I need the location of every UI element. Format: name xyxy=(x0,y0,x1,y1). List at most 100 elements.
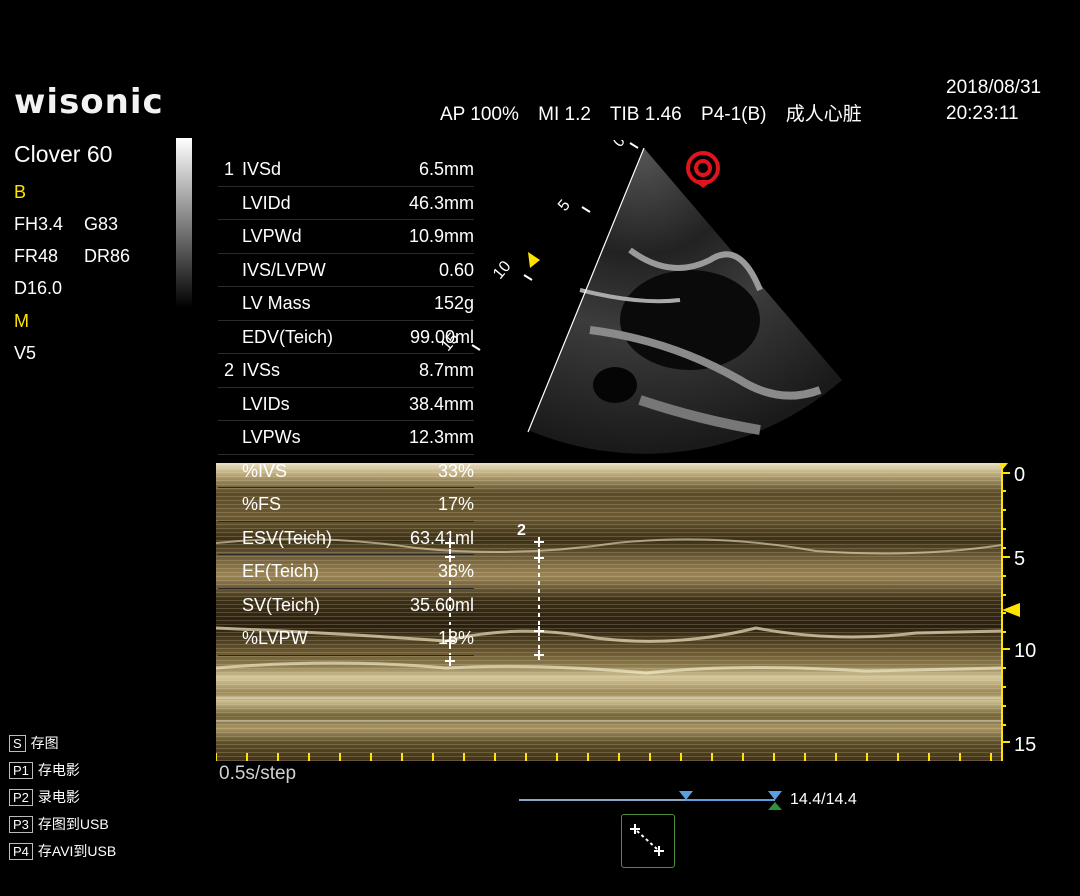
m-focus-marker-icon xyxy=(1002,603,1020,617)
measurement-value: 152g xyxy=(433,293,474,313)
measurement-name: EDV(Teich) xyxy=(242,326,334,347)
measurement-row: LVPWd 10.9mm xyxy=(218,220,474,254)
shortcut-save-image-usb[interactable]: P3 存图到USB xyxy=(9,814,109,834)
b-mode-label: B xyxy=(14,182,27,202)
measurement-results: 1 IVSd 6.5mm LVIDd 46.3mm LVPWd 10.9mm IVS/L… xyxy=(218,153,474,656)
shortcut-label: 存AVI到USB xyxy=(37,843,117,859)
grayscale-bar xyxy=(176,138,192,308)
measurement-value: 35.60ml xyxy=(409,594,474,615)
group-number: 2 xyxy=(224,360,235,380)
probe-orientation-icon xyxy=(686,151,720,188)
measurement-row: IVS/LVPW 0.60 xyxy=(218,254,474,287)
param-frame-rate: FR48 xyxy=(14,246,59,266)
param-gain: G83 xyxy=(84,214,119,234)
param-probe: P4-1(B) xyxy=(701,104,767,125)
shortcut-key: S xyxy=(9,735,26,752)
measurement-value: 17% xyxy=(437,494,474,514)
sector-depth-0: 0 xyxy=(610,140,629,151)
measurement-value: 6.5mm xyxy=(418,159,474,179)
measurement-value: 63.41ml xyxy=(409,527,474,548)
focus-marker-icon xyxy=(528,252,540,268)
measurement-value: 38.4mm xyxy=(408,393,474,414)
depth-label-0: 0 xyxy=(1014,464,1025,486)
measurement-row: LVIDs 38.4mm xyxy=(218,388,474,421)
measurement-value: 12.3mm xyxy=(408,427,474,447)
shortcut-save-avi-usb[interactable]: P4 存AVI到USB xyxy=(9,841,116,861)
measurement-row: 2 IVSs 8.7mm xyxy=(218,354,474,388)
shortcut-label: 存图 xyxy=(30,735,59,751)
measurement-value: 18% xyxy=(437,628,474,648)
measurement-name: %FS xyxy=(242,494,282,514)
measurement-name: %LVPW xyxy=(242,628,308,648)
caliper-2-label: 2 xyxy=(517,522,526,539)
m-mode-depth-scale: 0 5 10 15 xyxy=(998,463,1036,761)
param-sweep-speed: V5 xyxy=(14,343,37,363)
brand-logo: wisonic xyxy=(14,82,164,122)
measurement-row: %LVPW 18% xyxy=(218,622,474,656)
measurement-row: 1 IVSd 6.5mm xyxy=(218,153,474,187)
measurement-row: %IVS 33% xyxy=(218,455,474,488)
measurement-value: 46.3mm xyxy=(408,192,474,213)
cine-frame-counter: 14.4/14.4 xyxy=(790,791,857,808)
measurement-name: LVPWs xyxy=(242,427,301,447)
sector-depth-10: 10 xyxy=(490,258,515,283)
param-depth: D16.0 xyxy=(14,278,63,298)
measurement-name: IVSs xyxy=(242,360,281,380)
measurement-row: %FS 17% xyxy=(218,488,474,522)
measurement-value: 99.00ml xyxy=(409,326,474,347)
m-mode-label: M xyxy=(14,311,29,331)
system-model: Clover 60 xyxy=(14,141,113,167)
group-number: 1 xyxy=(224,159,235,179)
measurement-name: IVSd xyxy=(242,159,282,179)
shortcut-key: P3 xyxy=(9,816,33,833)
sector-depth-5: 5 xyxy=(555,197,574,215)
depth-label-15: 15 xyxy=(1014,734,1036,756)
measurement-row: EF(Teich) 36% xyxy=(218,555,474,589)
measurement-value: 0.60 xyxy=(438,259,474,280)
param-dynamic-range: DR86 xyxy=(84,246,131,266)
cine-start-handle xyxy=(679,791,693,800)
measurement-row: ESV(Teich) 63.41ml xyxy=(218,522,474,555)
param-fh: FH3.4 xyxy=(14,214,64,234)
param-preset: 成人心脏 xyxy=(785,104,862,125)
measurement-value: 36% xyxy=(437,561,474,581)
shortcut-label: 存电影 xyxy=(37,762,80,778)
depth-label-5: 5 xyxy=(1014,548,1025,570)
param-ap: AP 100% xyxy=(440,104,519,125)
measurement-value: 10.9mm xyxy=(408,226,474,246)
measurement-value: 33% xyxy=(437,460,474,481)
measurement-name: %IVS xyxy=(242,460,288,481)
shortcut-key: P4 xyxy=(9,843,33,860)
measurement-value: 8.7mm xyxy=(418,360,474,380)
caliper-tool-icon xyxy=(630,824,664,856)
caliper-tool-button[interactable] xyxy=(621,814,675,868)
shortcut-label: 录电影 xyxy=(37,789,80,805)
shortcut-key: P2 xyxy=(9,789,33,806)
measurement-name: ESV(Teich) xyxy=(242,527,333,548)
date-text: 2018/08/31 xyxy=(946,77,1042,98)
cine-end-handle xyxy=(768,791,782,800)
measurement-row: LVPWs 12.3mm xyxy=(218,421,474,455)
time-text: 20:23:11 xyxy=(946,103,1019,124)
b-mode-sector: 0 5 10 15 xyxy=(440,140,842,454)
shortcut-save-cine[interactable]: P1 存电影 xyxy=(9,760,80,780)
cine-slider[interactable] xyxy=(519,788,785,814)
param-tib: TIB 1.46 xyxy=(609,104,682,125)
acquisition-params: AP 100% MI 1.2 TIB 1.46 P4-1(B) 成人心脏 xyxy=(440,99,876,126)
measurement-name: SV(Teich) xyxy=(242,594,321,615)
param-mi: MI 1.2 xyxy=(538,104,591,125)
depth-label-10: 10 xyxy=(1014,640,1036,662)
datetime: 2018/08/31 20:23:11 xyxy=(946,75,1041,127)
measurement-row: SV(Teich) 35.60ml xyxy=(218,589,474,622)
measurement-name: EF(Teich) xyxy=(242,561,320,581)
sweep-step-label: 0.5s/step xyxy=(219,763,297,784)
measurement-name: LVIDd xyxy=(242,192,291,213)
shortcut-label: 存图到USB xyxy=(37,816,109,832)
measurement-name: LVIDs xyxy=(242,393,290,414)
measurement-name: IVS/LVPW xyxy=(242,259,326,280)
shortcut-save-image[interactable]: S 存图 xyxy=(9,733,59,753)
shortcut-key: P1 xyxy=(9,762,33,779)
measurement-name: LVPWd xyxy=(242,226,302,246)
measurement-row: LV Mass 152g xyxy=(218,287,474,321)
shortcut-record-cine[interactable]: P2 录电影 xyxy=(9,787,80,807)
